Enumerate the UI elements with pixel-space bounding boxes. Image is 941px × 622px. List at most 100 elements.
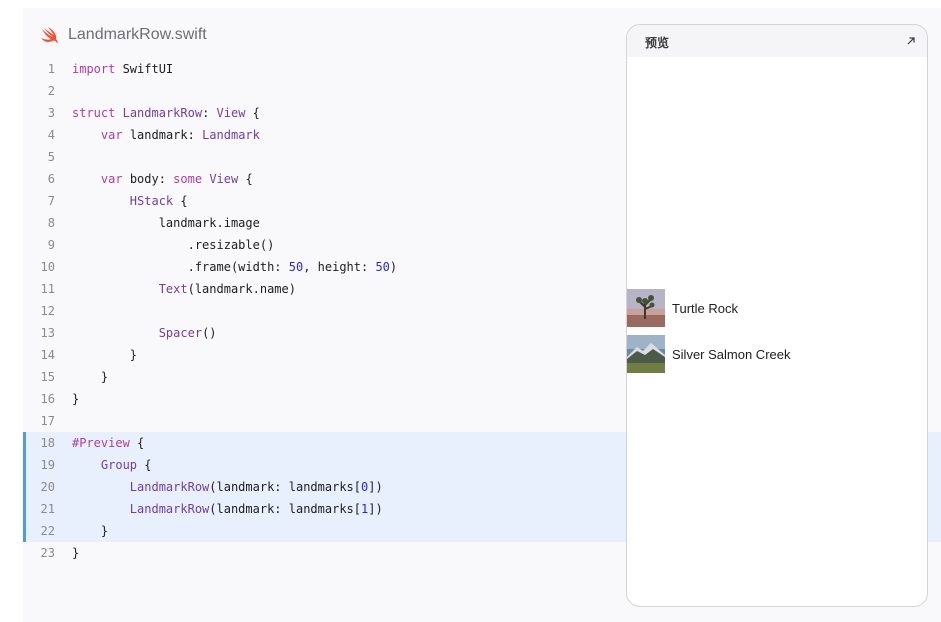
code-text: } — [72, 520, 108, 542]
code-text: var body: some View { — [72, 168, 253, 190]
code-token: LandmarkRow — [129, 480, 210, 494]
landmark-thumbnail — [627, 335, 665, 373]
code-text: import SwiftUI — [72, 58, 173, 80]
code-token: ]) — [368, 480, 383, 494]
code-token: View — [209, 172, 239, 186]
code-text: LandmarkRow(landmark: landmarks[1]) — [72, 498, 383, 520]
line-number: 5 — [47, 150, 55, 164]
line-number: 12 — [40, 304, 55, 318]
code-token: , height: — [303, 260, 376, 274]
file-name: LandmarkRow.swift — [68, 26, 207, 43]
line-number: 6 — [47, 172, 55, 186]
code-text: HStack { — [72, 190, 188, 212]
preview-title: 预览 — [645, 36, 670, 50]
code-text: #Preview { — [72, 432, 144, 454]
code-token: LandmarkRow — [122, 106, 203, 120]
code-token: (landmark.name) — [187, 282, 296, 296]
code-token: View — [216, 106, 246, 120]
code-token: .resizable() — [72, 238, 275, 252]
swift-logo-icon — [41, 27, 58, 43]
line-number: 21 — [40, 502, 55, 516]
code-token: SwiftUI — [115, 62, 174, 76]
line-number: 23 — [40, 546, 55, 560]
code-token: landmark.image — [72, 216, 260, 230]
code-token: Text — [158, 282, 188, 296]
line-number: 3 — [47, 106, 55, 120]
code-token: .frame(width: — [72, 260, 289, 274]
code-text: Spacer() — [72, 322, 217, 344]
code-text: } — [72, 344, 137, 366]
code-text: var landmark: Landmark — [72, 124, 260, 146]
code-text: LandmarkRow(landmark: landmarks[0]) — [72, 476, 383, 498]
code-token: { — [129, 436, 145, 450]
code-token: struct — [72, 106, 116, 120]
line-number: 7 — [47, 194, 55, 208]
line-number: 22 — [40, 524, 55, 538]
code-token: } — [72, 546, 80, 560]
preview-header: 预览 — [627, 25, 927, 57]
code-text: .resizable() — [72, 234, 275, 256]
expand-arrow-icon[interactable] — [905, 35, 917, 47]
code-token: Group — [100, 458, 138, 472]
code-token: import — [72, 62, 116, 76]
preview-panel: 预览 Turtle Rock Silver Salmon Creek — [626, 24, 928, 607]
line-number: 9 — [47, 238, 55, 252]
line-number: 16 — [40, 392, 55, 406]
code-token: { — [173, 194, 188, 208]
code-text: .frame(width: 50, height: 50) — [72, 256, 398, 278]
code-token: { — [238, 172, 253, 186]
line-number: 4 — [47, 128, 55, 142]
code-token: (landmark: landmarks[ — [209, 502, 361, 516]
code-token: } — [72, 392, 80, 406]
code-token: ]) — [368, 502, 383, 516]
code-token: 50 — [288, 260, 304, 274]
code-token: () — [202, 326, 217, 340]
code-token: 50 — [375, 260, 390, 274]
line-number: 17 — [40, 414, 55, 428]
line-number: 18 — [40, 436, 55, 450]
preview-row-silver-salmon-creek: Silver Salmon Creek — [627, 335, 791, 373]
code-token: HStack — [129, 194, 174, 208]
code-token: body: — [122, 172, 174, 186]
file-header: LandmarkRow.swift — [40, 24, 207, 46]
code-token: } — [72, 348, 138, 362]
line-number: 10 — [40, 260, 55, 274]
code-token: (landmark: landmarks[ — [209, 480, 361, 494]
code-token: var — [100, 128, 123, 142]
line-number: 20 — [40, 480, 55, 494]
code-text: Group { — [72, 454, 152, 476]
line-number: 1 — [47, 62, 55, 76]
landmark-thumbnail — [627, 289, 665, 327]
row-label: Turtle Rock — [672, 300, 738, 316]
line-number: 19 — [40, 458, 55, 472]
code-text: } — [72, 388, 79, 410]
code-token: } — [72, 524, 109, 538]
code-token: some — [173, 172, 203, 186]
code-token: var — [100, 172, 123, 186]
line-number: 11 — [40, 282, 55, 296]
code-token: Landmark — [202, 128, 260, 142]
code-token: Spacer — [158, 326, 203, 340]
code-text: struct LandmarkRow: View { — [72, 102, 260, 124]
code-token: { — [245, 106, 260, 120]
code-token: ) — [389, 260, 398, 274]
code-token: : — [202, 106, 217, 120]
code-text: Text(landmark.name) — [72, 278, 296, 300]
code-text: } — [72, 542, 79, 564]
row-label: Silver Salmon Creek — [672, 346, 791, 362]
code-token: } — [72, 370, 109, 384]
preview-row-turtle-rock: Turtle Rock — [627, 289, 738, 327]
code-text: landmark.image — [72, 212, 260, 234]
code-token: { — [137, 458, 152, 472]
line-number: 8 — [47, 216, 55, 230]
code-token: landmark: — [122, 128, 203, 142]
line-number: 2 — [47, 84, 55, 98]
line-number: 13 — [40, 326, 55, 340]
